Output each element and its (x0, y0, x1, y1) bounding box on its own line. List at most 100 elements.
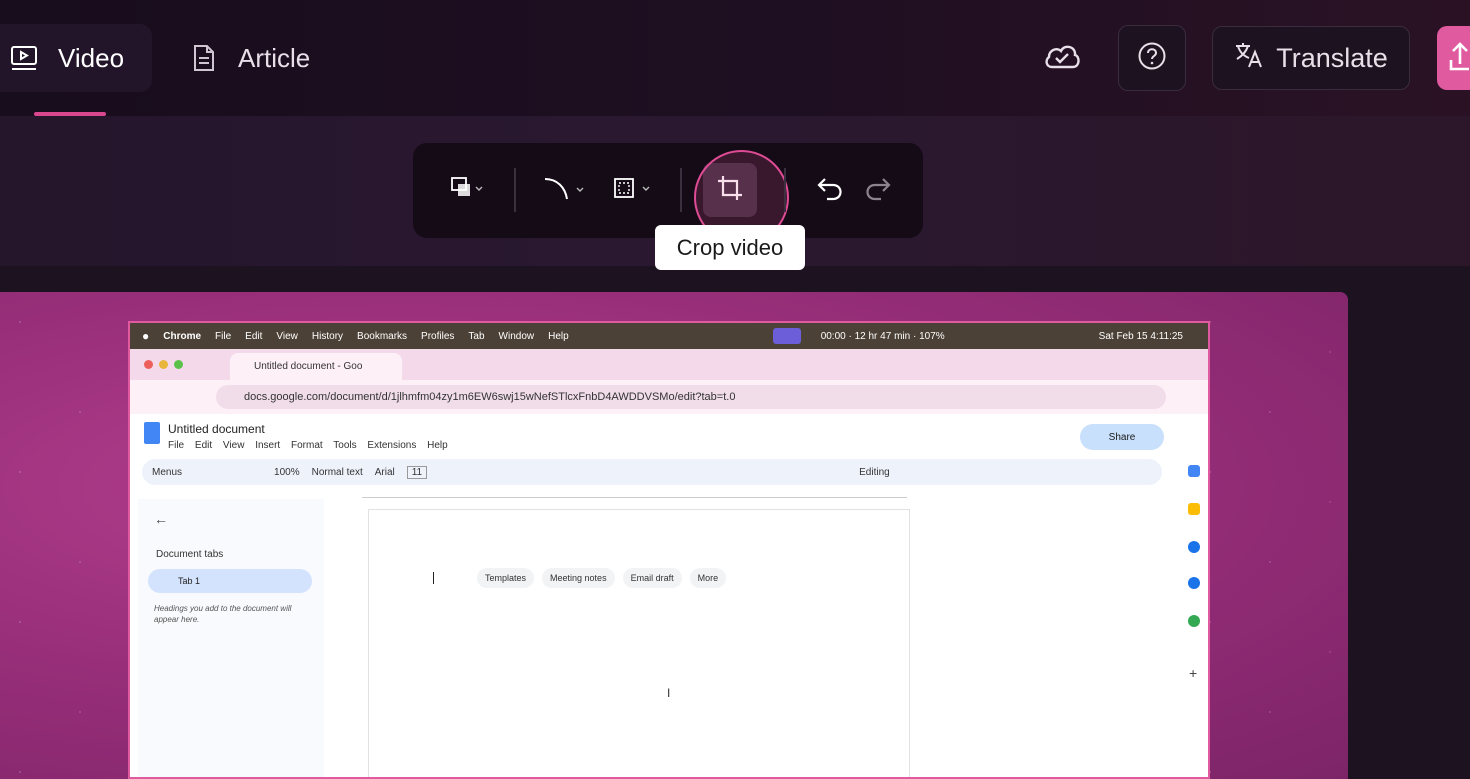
ruler (362, 488, 907, 498)
window-close-icon[interactable] (144, 360, 153, 369)
undo-button[interactable] (810, 166, 850, 214)
video-icon (10, 44, 38, 72)
translate-label: Translate (1276, 42, 1388, 73)
share-label: Share (1108, 431, 1136, 443)
docs-menu-item[interactable]: Edit (195, 440, 212, 451)
chip-label: Templates (485, 573, 527, 583)
docs-toolbar: Menus 100% Normal text Arial 11 Editing (142, 459, 1162, 485)
calendar-icon[interactable] (1188, 465, 1200, 477)
tab-video-label: Video (58, 42, 125, 73)
docs-menu-item[interactable]: Tools (333, 440, 356, 451)
chip-label: More (697, 573, 719, 583)
mac-datetime: Sat Feb 15 4:11:25 (1098, 330, 1183, 342)
crop-video-tooltip: Crop video (655, 225, 805, 270)
document-page[interactable]: Templates Meeting notes Email draft More… (368, 509, 910, 777)
more-chip[interactable]: More (689, 568, 727, 588)
mac-menu-item: File (215, 330, 232, 342)
translate-button[interactable]: Translate (1212, 26, 1410, 90)
chip-label: Email draft (630, 573, 674, 583)
translate-icon (1234, 41, 1264, 76)
smart-chips: Templates Meeting notes Email draft More (477, 568, 727, 588)
back-arrow-icon[interactable]: ← (154, 511, 168, 527)
chip-label: Meeting notes (550, 573, 607, 583)
layout-icon (450, 176, 486, 205)
docs-menu-item[interactable]: Format (291, 440, 323, 451)
document-tabs-title: Document tabs (156, 549, 224, 560)
address-bar[interactable]: docs.google.com/document/d/1jlhmfm04zy1m… (216, 385, 1166, 409)
export-button[interactable] (1437, 26, 1470, 90)
dashed-square-icon (607, 176, 655, 205)
docs-menu-item[interactable]: View (223, 440, 245, 451)
share-button[interactable]: Share (1080, 424, 1164, 450)
mac-menu-item: Profiles (421, 330, 455, 342)
help-button[interactable] (1118, 25, 1186, 91)
docs-header: Untitled document File Edit View Insert … (130, 414, 1208, 459)
email-draft-chip[interactable]: Email draft (622, 568, 682, 588)
docs-menu-item[interactable]: Extensions (367, 440, 416, 451)
templates-chip[interactable]: Templates (477, 568, 535, 588)
doc-tab-1[interactable]: Tab 1 (148, 569, 312, 593)
style-select[interactable]: Normal text (312, 467, 363, 478)
font-select[interactable]: Arial (375, 467, 395, 478)
document-tabs-panel: ← Document tabs Tab 1 Headings you add t… (138, 499, 324, 777)
chrome-tab-strip: Untitled document - Goo (130, 349, 1208, 380)
mac-menu-item: Help (548, 330, 569, 342)
screen-recording-frame[interactable]: ● Chrome File Edit View History Bookmark… (128, 321, 1210, 779)
chrome-tab[interactable]: Untitled document - Goo (230, 353, 402, 380)
maps-icon[interactable] (1188, 615, 1200, 627)
zoom-select[interactable]: 100% (274, 467, 300, 478)
document-icon (190, 44, 218, 72)
mac-menu-app: Chrome (163, 330, 202, 342)
menus-search[interactable]: Menus (152, 467, 182, 478)
toolbar-divider (680, 168, 682, 212)
redo-icon (863, 175, 893, 206)
recording-status: 00:00 · 12 hr 47 min · 107% (820, 330, 945, 342)
upload-icon (1449, 40, 1470, 77)
cloud-saved-button[interactable] (1040, 40, 1084, 76)
chrome-tab-title: Untitled document - Goo (254, 361, 363, 372)
i-beam-cursor-icon: I (667, 686, 671, 700)
tasks-icon[interactable] (1188, 541, 1200, 553)
cloud-check-icon (1042, 40, 1082, 77)
mac-menu-bar: ● Chrome File Edit View History Bookmark… (130, 323, 1208, 349)
layout-dropdown-button[interactable] (440, 166, 496, 214)
tab-article[interactable]: Article (190, 24, 310, 92)
docs-menu-item[interactable]: Insert (255, 440, 280, 451)
screen-record-icon (772, 328, 801, 344)
apple-icon: ● (142, 329, 150, 343)
undo-icon (815, 175, 845, 206)
window-maximize-icon[interactable] (174, 360, 183, 369)
mac-menu-item: Edit (245, 330, 263, 342)
help-icon (1137, 41, 1167, 76)
docs-menu-item[interactable]: Help (427, 440, 448, 451)
headings-hint: Headings you add to the document will ap… (154, 604, 292, 624)
mac-menu-item: Tab (468, 330, 485, 342)
mac-menu-item: Window (498, 330, 535, 342)
add-icon[interactable]: + (1189, 665, 1197, 681)
font-size-field[interactable]: 11 (406, 465, 428, 479)
window-minimize-icon[interactable] (159, 360, 168, 369)
docs-menu-item[interactable]: File (168, 440, 184, 451)
url-text: docs.google.com/document/d/1jlhmfm04zy1m… (244, 391, 736, 403)
editing-mode-select[interactable]: Editing (859, 467, 890, 478)
mac-menu-item: View (276, 330, 298, 342)
toolbar-divider (514, 168, 516, 212)
docs-menu-bar: File Edit View Insert Format Tools Exten… (168, 440, 456, 451)
meeting-notes-chip[interactable]: Meeting notes (542, 568, 615, 588)
select-area-dropdown-button[interactable] (606, 166, 656, 214)
toolbar-divider (784, 168, 786, 212)
doc-title[interactable]: Untitled document (168, 422, 265, 436)
mac-menu-item: History (311, 330, 344, 342)
doc-tab-label: Tab 1 (178, 576, 201, 586)
tab-video[interactable]: Video (0, 24, 152, 92)
curve-icon (539, 175, 587, 206)
docs-logo-icon (144, 422, 160, 444)
redo-button[interactable] (858, 166, 898, 214)
contacts-icon[interactable] (1188, 577, 1200, 589)
keep-icon[interactable] (1188, 503, 1200, 515)
mac-menu-item: Bookmarks (357, 330, 408, 342)
transition-dropdown-button[interactable] (538, 166, 588, 214)
chrome-toolbar: docs.google.com/document/d/1jlhmfm04zy1m… (130, 380, 1208, 414)
tab-article-label: Article (238, 42, 311, 73)
text-cursor (433, 572, 434, 584)
